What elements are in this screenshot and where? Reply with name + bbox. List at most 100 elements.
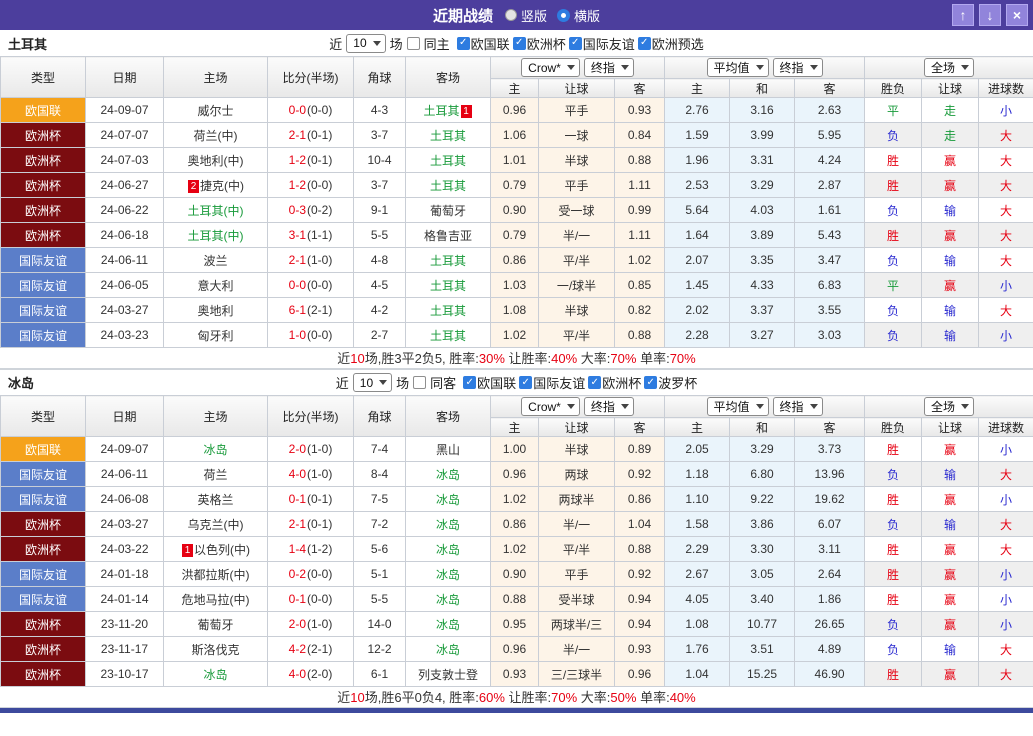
home-team-name: 意大利	[197, 279, 233, 293]
league-filter[interactable]: ✓国际友谊	[519, 373, 585, 392]
league-filter[interactable]: ✓欧国联	[463, 373, 516, 392]
avg-select[interactable]: 平均值	[707, 397, 769, 416]
home-team-name: 葡萄牙	[197, 618, 233, 632]
avg-draw: 3.31	[730, 148, 795, 173]
col-type: 类型	[1, 396, 86, 437]
recent-count-select[interactable]: 10	[353, 373, 392, 392]
match-score: 1-2(0-0)	[268, 173, 354, 198]
fulltime-score: 1-0	[289, 328, 306, 342]
avg-away: 46.90	[795, 662, 865, 687]
league-checkbox[interactable]: ✓	[513, 37, 526, 50]
match-row: 国际友谊 24-06-11 波兰 2-1(1-0) 4-8 土耳其 0.86 平…	[1, 248, 1033, 273]
match-score: 0-0(0-0)	[268, 273, 354, 298]
avg-away: 2.64	[795, 562, 865, 587]
home-team-name: 冰岛	[203, 668, 227, 682]
match-row: 国际友谊 24-01-14 危地马拉(中) 0-1(0-0) 5-5 冰岛 0.…	[1, 587, 1033, 612]
move-up-button[interactable]: ↑	[952, 4, 974, 26]
match-score: 2-0(1-0)	[268, 437, 354, 462]
halftime-score: (2-1)	[307, 642, 332, 656]
result-handicap: 走	[922, 123, 979, 148]
bookmaker-select[interactable]: Crow*	[521, 397, 580, 416]
league-checkbox[interactable]: ✓	[588, 376, 601, 389]
red-card-badge: 1	[461, 105, 472, 118]
match-date: 24-03-27	[86, 298, 164, 323]
close-button[interactable]: ×	[1006, 4, 1028, 26]
away-team-name: 冰岛	[436, 468, 460, 482]
league-filter[interactable]: ✓国际友谊	[569, 34, 635, 53]
league-badge: 国际友谊	[1, 298, 86, 323]
league-checkbox[interactable]: ✓	[638, 37, 651, 50]
league-badge: 国际友谊	[1, 562, 86, 587]
games-label: 场	[390, 34, 403, 53]
league-checkbox[interactable]: ✓	[519, 376, 532, 389]
halftime-score: (0-1)	[307, 517, 332, 531]
same-venue-checkbox[interactable]	[413, 376, 426, 389]
col-goals: 进球数	[979, 79, 1033, 98]
league-checkbox[interactable]: ✓	[457, 37, 470, 50]
match-score: 1-4(1-2)	[268, 537, 354, 562]
result-winlose: 胜	[865, 437, 922, 462]
league-filter[interactable]: ✓欧洲杯	[588, 373, 641, 392]
odds-time-select[interactable]: 终指	[584, 58, 634, 77]
summary-segment: 场,胜3平2负5, 胜率:	[365, 351, 479, 366]
odds-handicap: 半/一	[539, 637, 615, 662]
odds-away: 1.11	[615, 173, 665, 198]
scope-select[interactable]: 全场	[924, 397, 974, 416]
fulltime-score: 0-0	[289, 103, 306, 117]
odds-time-select[interactable]: 终指	[584, 397, 634, 416]
league-filter-label: 欧国联	[477, 373, 516, 392]
red-card-badge: 1	[182, 544, 193, 557]
scope-select[interactable]: 全场	[924, 58, 974, 77]
result-winlose: 负	[865, 512, 922, 537]
away-team-name: 土耳其	[430, 304, 466, 318]
match-date: 24-06-11	[86, 462, 164, 487]
corner-score: 4-3	[354, 98, 406, 123]
layout-vertical-radio[interactable]: 竖版	[505, 6, 547, 25]
odds-handicap: 两球半/三	[539, 612, 615, 637]
league-badge: 欧洲杯	[1, 123, 86, 148]
summary-segment: 70%	[551, 690, 577, 705]
summary-line: 近10场,胜6平0负4, 胜率:60% 让胜率:70% 大率:50% 单率:40…	[0, 687, 1033, 708]
halftime-score: (2-0)	[307, 667, 332, 681]
away-team: 冰岛	[406, 587, 491, 612]
match-date: 24-01-14	[86, 587, 164, 612]
league-checkbox[interactable]: ✓	[569, 37, 582, 50]
summary-segment: 60%	[479, 690, 505, 705]
horizontal-radio-label: 横版	[574, 6, 600, 25]
league-checkbox[interactable]: ✓	[644, 376, 657, 389]
league-checkbox[interactable]: ✓	[463, 376, 476, 389]
home-team: 奥地利	[164, 298, 268, 323]
league-filter[interactable]: ✓欧国联	[457, 34, 510, 53]
league-badge: 国际友谊	[1, 462, 86, 487]
move-down-button[interactable]: ↓	[979, 4, 1001, 26]
league-filter[interactable]: ✓波罗杯	[644, 373, 697, 392]
fulltime-score: 3-1	[289, 228, 306, 242]
col-avg-home: 主	[665, 79, 730, 98]
odds-away: 1.11	[615, 223, 665, 248]
col-away: 客场	[406, 396, 491, 437]
result-goals: 大	[979, 198, 1033, 223]
avg-time-select[interactable]: 终指	[773, 397, 823, 416]
result-winlose: 胜	[865, 562, 922, 587]
col-corner: 角球	[354, 396, 406, 437]
avg-away: 26.65	[795, 612, 865, 637]
avg-time-select[interactable]: 终指	[773, 58, 823, 77]
halftime-score: (0-1)	[307, 128, 332, 142]
same-venue-checkbox[interactable]	[407, 37, 420, 50]
avg-home: 1.96	[665, 148, 730, 173]
match-score: 1-2(0-1)	[268, 148, 354, 173]
league-filter[interactable]: ✓欧洲杯	[513, 34, 566, 53]
avg-home: 1.08	[665, 612, 730, 637]
col-date: 日期	[86, 396, 164, 437]
home-team-name: 洪都拉斯(中)	[182, 568, 250, 582]
result-handicap: 输	[922, 462, 979, 487]
avg-select[interactable]: 平均值	[707, 58, 769, 77]
league-filter[interactable]: ✓欧洲预选	[638, 34, 704, 53]
match-score: 2-0(1-0)	[268, 612, 354, 637]
layout-horizontal-radio[interactable]: 横版	[557, 6, 600, 25]
recent-count-select[interactable]: 10	[346, 34, 385, 53]
result-group: 全场	[865, 57, 1033, 79]
bookmaker-select[interactable]: Crow*	[521, 58, 580, 77]
odds-handicap: 受一球	[539, 198, 615, 223]
match-row: 欧国联 24-09-07 威尔士 0-0(0-0) 4-3 土耳其1 0.96 …	[1, 98, 1033, 123]
